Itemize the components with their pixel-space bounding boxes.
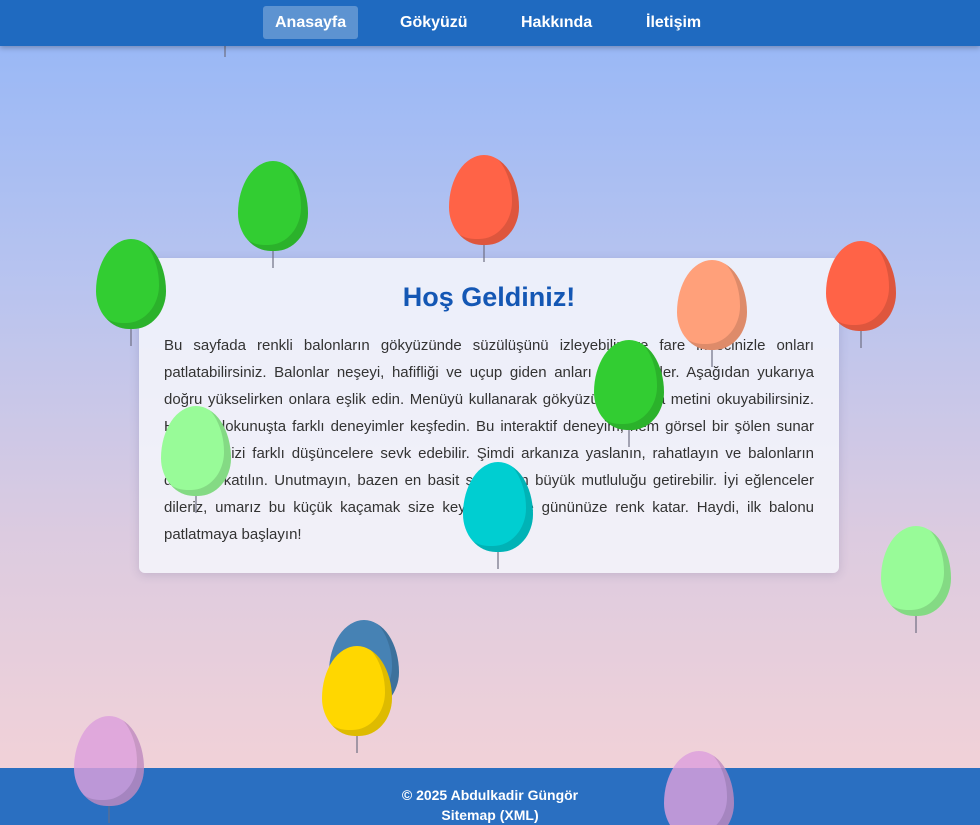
balloon-string: [915, 616, 917, 633]
balloon-body: [463, 462, 533, 552]
balloon[interactable]: [161, 406, 233, 516]
balloon-body: [594, 340, 664, 430]
balloon[interactable]: [463, 462, 535, 572]
balloon[interactable]: [96, 239, 168, 349]
balloon-string: [356, 736, 358, 753]
balloon-string: [108, 806, 110, 823]
balloon[interactable]: [881, 526, 953, 636]
balloon[interactable]: [826, 241, 898, 351]
balloon-string: [195, 496, 197, 513]
balloon-body: [74, 716, 144, 806]
balloon-string: [130, 329, 132, 346]
balloon-string: [860, 331, 862, 348]
nav-item-iletisim[interactable]: İletişim: [634, 6, 713, 39]
balloon-string: [272, 251, 274, 268]
balloon[interactable]: [664, 751, 736, 825]
balloon-body: [826, 241, 896, 331]
sitemap-link[interactable]: Sitemap (XML): [0, 807, 980, 823]
balloon-body: [238, 161, 308, 251]
balloon[interactable]: [74, 716, 146, 825]
nav-item-hakkinda[interactable]: Hakkında: [509, 6, 604, 39]
balloon-body: [449, 155, 519, 245]
footer-copyright: © 2025 Abdulkadir Güngör: [401, 787, 579, 803]
balloon-body: [322, 646, 392, 736]
balloon[interactable]: [594, 340, 666, 450]
balloon[interactable]: [322, 646, 394, 756]
balloon-body: [881, 526, 951, 616]
balloon[interactable]: [677, 260, 749, 370]
page-footer: © 2025 Abdulkadir Güngör Sitemap (XML): [0, 768, 980, 825]
main-navbar: Anasayfa Gökyüzü Hakkında İletişim: [0, 0, 980, 46]
balloon-string: [628, 430, 630, 447]
balloon-string: [483, 245, 485, 262]
nav-item-gokyuzu[interactable]: Gökyüzü: [388, 6, 480, 39]
nav-item-anasayfa[interactable]: Anasayfa: [263, 6, 359, 39]
balloon-body: [664, 751, 734, 825]
balloon-body: [96, 239, 166, 329]
balloon-body: [161, 406, 231, 496]
balloon[interactable]: [238, 161, 310, 271]
balloon[interactable]: [449, 155, 521, 265]
balloon-string: [497, 552, 499, 569]
balloon-body: [677, 260, 747, 350]
balloon-string: [711, 350, 713, 367]
